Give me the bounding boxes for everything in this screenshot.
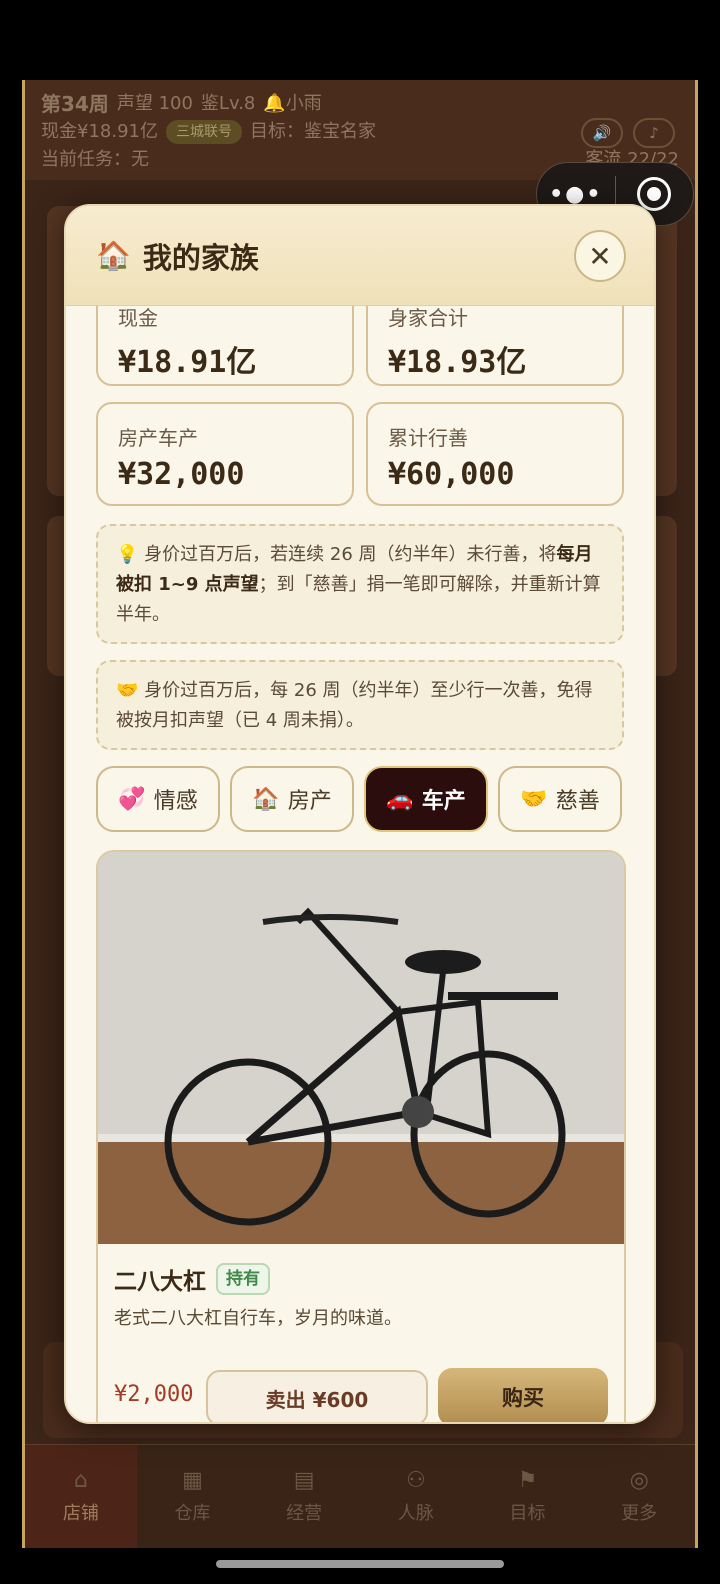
tab-label: 店铺: [62, 1503, 99, 1524]
house-icon: 🏠: [96, 239, 131, 272]
cash-label: 现金¥18.91亿: [41, 121, 158, 142]
appraisal-level: 鉴Lv.8: [200, 93, 256, 114]
alliance-badge: 三城联号: [165, 120, 242, 144]
tab-people[interactable]: ⚇ 人脉: [360, 1445, 472, 1548]
tab-vehicles[interactable]: 🚗 车产: [364, 766, 488, 832]
stat-label: 现金: [118, 306, 158, 330]
tab-goal[interactable]: ⚑ 目标: [472, 1445, 584, 1548]
hearts-icon: 💞: [118, 786, 146, 812]
stat-card-charity: 累计行善 ¥60,000: [366, 402, 624, 506]
car-icon: 🚗: [386, 786, 414, 812]
goal-icon: ⚑: [517, 1468, 538, 1493]
tab-label: 更多: [621, 1503, 658, 1524]
tab-shop[interactable]: ⌂ 店铺: [25, 1445, 137, 1548]
note-text: 身价过百万后，若连续 26 周（约半年）未行善，将: [138, 544, 557, 565]
close-icon: ✕: [588, 239, 612, 273]
owned-badge: 持有: [216, 1263, 270, 1295]
house-icon: 🏠: [252, 786, 280, 812]
shop-icon: ⌂: [73, 1468, 88, 1493]
stat-value: ¥18.91亿: [118, 345, 257, 380]
vehicle-item-card: 二八大杠 持有 老式二八大杠自行车，岁月的味道。 ¥2,000 卖出 ¥600 …: [96, 850, 626, 1422]
item-description: 老式二八大杠自行车，岁月的味道。: [114, 1308, 402, 1329]
tab-realestate[interactable]: 🏠 房产: [230, 766, 354, 832]
stat-value: ¥32,000: [118, 457, 245, 492]
stat-label: 房产车产: [118, 426, 198, 450]
tab-emotion[interactable]: 💞 情感: [96, 766, 220, 832]
tab-label: 仓库: [174, 1503, 211, 1524]
business-icon: ▤: [293, 1468, 315, 1493]
handshake-icon: 🤝: [520, 786, 548, 812]
charity-reminder-note: 🤝 身价过百万后，每 26 周（约半年）至少行一次善，免得被按月扣声望（已 4 …: [96, 660, 624, 750]
stat-value: ¥60,000: [388, 457, 515, 492]
bicycle-illustration: [98, 852, 624, 1244]
tab-label: 慈善: [555, 789, 600, 814]
tab-business[interactable]: ▤ 经营: [248, 1445, 360, 1548]
stat-label: 身家合计: [388, 306, 468, 330]
sell-button[interactable]: 卖出 ¥600: [206, 1370, 428, 1422]
buy-button[interactable]: 购买: [438, 1368, 608, 1422]
close-button[interactable]: ✕: [574, 230, 626, 282]
reputation-label: 声望 100: [116, 93, 193, 114]
stat-card-property: 房产车产 ¥32,000: [96, 402, 354, 506]
stat-value: ¥18.93亿: [388, 345, 527, 380]
tab-label: 情感: [153, 789, 198, 814]
item-name: 二八大杠: [114, 1269, 206, 1295]
screen: 第34周 声望 100 鉴Lv.8 🔔小雨 现金¥18.91亿 三城联号 目标：…: [0, 0, 720, 1584]
speaker-icon: 🔊: [592, 124, 612, 142]
tab-label: 经营: [286, 1503, 323, 1524]
modal-header: 🏠 我的家族 ✕: [66, 206, 654, 306]
weather-label: 🔔小雨: [263, 93, 322, 114]
stat-card-networth: 身家合计 ¥18.93亿: [366, 306, 624, 386]
task-label: 当前任务：无: [41, 149, 149, 170]
stat-label: 累计行善: [388, 426, 468, 450]
goal-label: 目标：鉴宝名家: [249, 121, 376, 142]
sound-button[interactable]: 🔊: [581, 118, 623, 148]
tab-label: 人脉: [397, 1503, 434, 1524]
lightbulb-icon: 💡: [116, 544, 139, 565]
tab-warehouse[interactable]: ▦ 仓库: [137, 1445, 249, 1548]
tab-charity[interactable]: 🤝 慈善: [498, 766, 622, 832]
item-price: ¥2,000: [114, 1382, 194, 1407]
music-icon: ♪: [649, 124, 659, 142]
note-text: 身价过百万后，每 26 周（约半年）至少行一次善，免得被按月扣声望（已 4 周未…: [116, 680, 593, 731]
bicycle-photo: [98, 852, 624, 1244]
more-menu-button[interactable]: •●•: [537, 182, 615, 207]
tab-label: 目标: [509, 1503, 546, 1524]
bottom-tabbar: ⌂ 店铺 ▦ 仓库 ▤ 经营 ⚇ 人脉 ⚑ 目标 ◎ 更多: [25, 1444, 695, 1548]
people-icon: ⚇: [405, 1468, 426, 1493]
item-title: 二八大杠 持有: [114, 1262, 270, 1296]
home-indicator: [216, 1560, 504, 1568]
tab-label: 房产: [287, 789, 332, 814]
tab-more[interactable]: ◎ 更多: [583, 1445, 695, 1548]
stat-card-cash: 现金 ¥18.91亿: [96, 306, 354, 386]
week-label: 第34周: [41, 92, 109, 116]
modal-scroll-content[interactable]: 现金 ¥18.91亿 身家合计 ¥18.93亿 房产车产 ¥32,000 累计行…: [66, 306, 654, 1422]
modal-title: 我的家族: [142, 240, 259, 275]
family-modal: 🏠 我的家族 ✕ 现金 ¥18.91亿 身家合计 ¥18.93亿 房产车产 ¥3…: [64, 204, 656, 1424]
charity-warning-note: 💡 身价过百万后，若连续 26 周（约半年）未行善，将每月被扣 1~9 点声望；…: [96, 524, 624, 644]
dots-icon: •●•: [549, 181, 603, 207]
warehouse-icon: ▦: [182, 1468, 203, 1493]
music-button[interactable]: ♪: [633, 118, 675, 148]
tab-label: 车产: [421, 789, 466, 814]
more-icon: ◎: [629, 1468, 649, 1493]
handshake-icon: 🤝: [116, 680, 139, 701]
